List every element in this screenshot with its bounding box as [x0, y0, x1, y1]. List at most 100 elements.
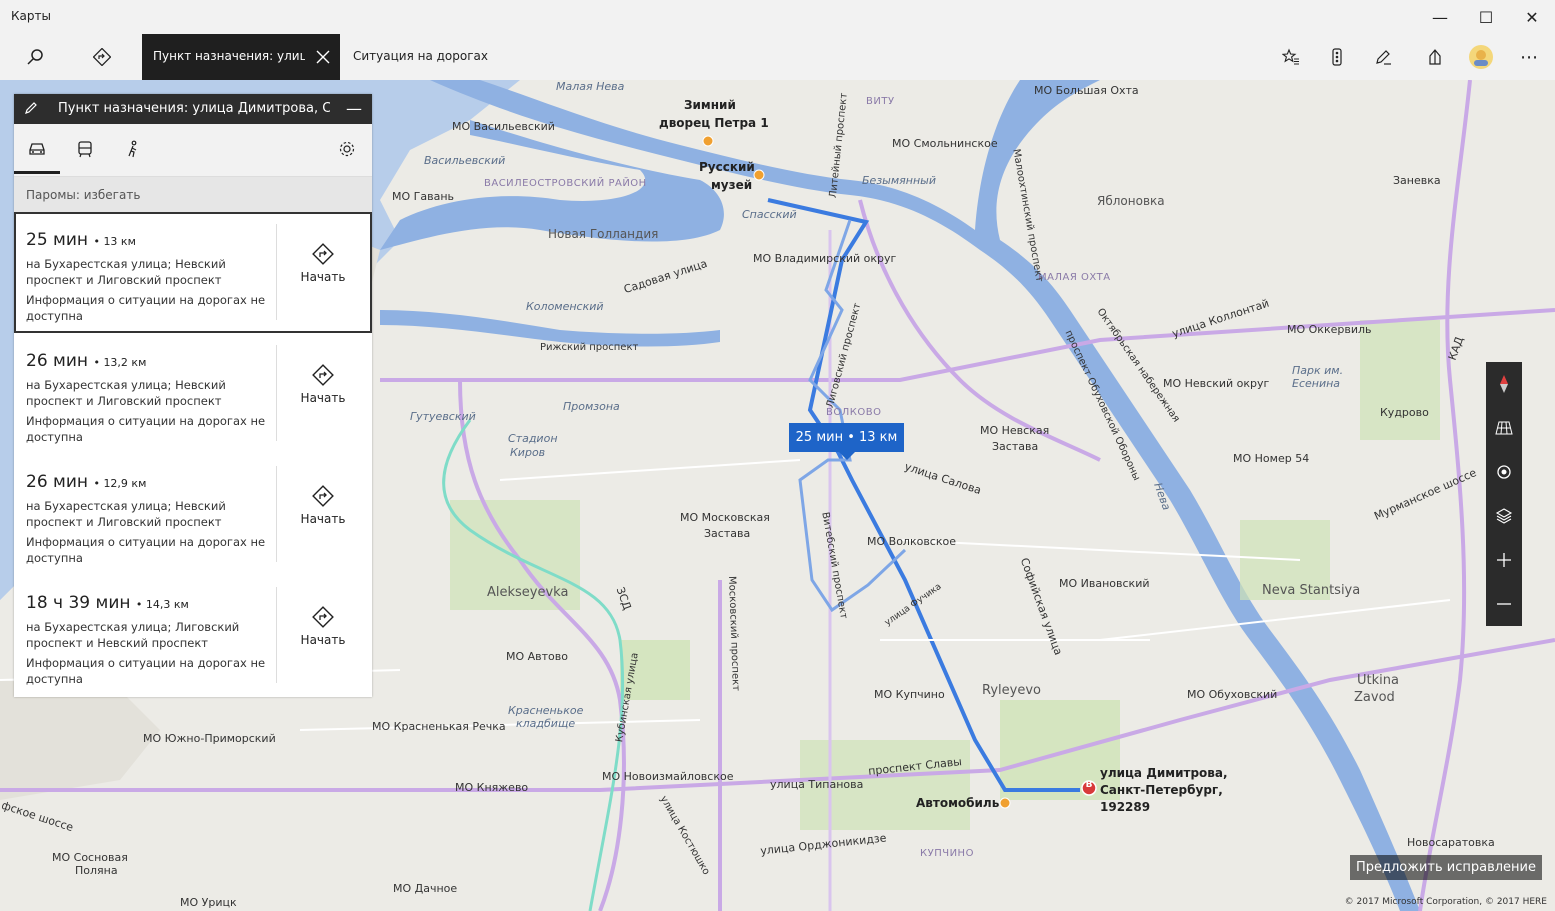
- close-button[interactable]: ✕: [1509, 0, 1555, 34]
- start-label: Начать: [300, 270, 346, 284]
- location-icon[interactable]: [1486, 450, 1522, 494]
- destination-label: 192289: [1100, 800, 1151, 814]
- map-label: Зимний: [684, 98, 736, 112]
- map-label: МО Ивановский: [1059, 577, 1150, 590]
- avoid-options[interactable]: Паромы: избегать: [14, 177, 372, 212]
- avatar[interactable]: [1458, 34, 1504, 80]
- map-label: Парк им.: [1292, 364, 1344, 377]
- map-label: Малая Нева: [556, 80, 625, 93]
- route-distance: 13,2 км: [103, 356, 147, 369]
- edit-icon[interactable]: [24, 101, 38, 119]
- zoom-in-icon[interactable]: [1486, 538, 1522, 582]
- map-label: Кудрово: [1380, 406, 1429, 419]
- transit-mode-icon[interactable]: [62, 124, 108, 174]
- start-button[interactable]: Начать: [288, 605, 358, 647]
- start-navigation-icon: [312, 606, 334, 628]
- panel-title[interactable]: Пункт назначения: улица Димитрова, Санкт…: [58, 101, 330, 116]
- map-label: Безымянный: [862, 174, 936, 187]
- start-label: Начать: [300, 512, 346, 526]
- 3d-cities-icon[interactable]: [1412, 34, 1458, 80]
- more-icon[interactable]: ⋯: [1506, 34, 1552, 80]
- map-label: Neva Stantsiya: [1262, 583, 1361, 598]
- layers-icon[interactable]: [1486, 494, 1522, 538]
- map-label: Застава: [704, 527, 751, 540]
- map-label: МО Владимирский округ: [753, 252, 897, 265]
- map-label: Поляна: [75, 864, 118, 877]
- map-label: Гутуевский: [410, 410, 476, 423]
- map-label: МО Обуховский: [1187, 688, 1278, 701]
- map-label: Utkina: [1357, 673, 1399, 688]
- map-label: Коломенский: [526, 300, 604, 313]
- map-label: Русский: [699, 160, 755, 174]
- destination-label: улица Димитрова,: [1100, 766, 1228, 780]
- route-time: 25 мин • 13 км: [26, 230, 136, 250]
- map-controls: [1486, 362, 1522, 626]
- transport-modes: [14, 124, 372, 177]
- route-option[interactable]: 25 мин • 13 км на Бухарестская улица; Не…: [14, 212, 372, 333]
- title-bar: Карты — ☐ ✕: [0, 0, 1555, 34]
- collapse-icon[interactable]: —: [346, 99, 362, 118]
- map-label: музей: [711, 178, 753, 192]
- search-icon[interactable]: [12, 34, 58, 80]
- route-duration: 26 мин: [26, 472, 89, 492]
- route-distance: 14,3 км: [145, 598, 189, 611]
- tilt-icon[interactable]: [1486, 406, 1522, 450]
- map-label: Автомобиль: [916, 796, 1000, 810]
- divider: [276, 466, 277, 562]
- maximize-button[interactable]: ☐: [1463, 0, 1509, 34]
- zoom-out-icon[interactable]: [1486, 582, 1522, 626]
- map-label: МО Красненькая Речка: [372, 720, 506, 733]
- route-option[interactable]: 26 мин • 12,9 км на Бухарестская улица; …: [14, 454, 372, 575]
- directions-icon[interactable]: [79, 34, 125, 80]
- directions-panel: Пункт назначения: улица Димитрова, Санкт…: [14, 94, 372, 697]
- map-label: МО Васильевский: [452, 120, 555, 133]
- map-label: МО Смольнинское: [892, 137, 998, 150]
- map-label: кладбище: [516, 717, 576, 730]
- map-label: МО Гавань: [392, 190, 454, 203]
- map-label: МАЛАЯ ОХТА: [1038, 272, 1111, 283]
- map-label: Ryleyevo: [982, 683, 1041, 698]
- destination-marker[interactable]: B: [1084, 780, 1094, 790]
- start-button[interactable]: Начать: [288, 484, 358, 526]
- tab-traffic[interactable]: Ситуация на дорогах: [353, 49, 488, 63]
- favorites-icon[interactable]: [1268, 34, 1314, 80]
- route-traffic-info: Информация о ситуации на дорогах не дост…: [26, 293, 266, 323]
- route-via: на Бухарестская улица; Лиговский проспек…: [26, 620, 240, 650]
- route-distance: 12,9 км: [103, 477, 147, 490]
- map-label: Alekseyevka: [487, 585, 569, 600]
- map-label: МО Номер 54: [1233, 452, 1310, 465]
- start-button[interactable]: Начать: [288, 363, 358, 405]
- start-button[interactable]: Начать: [288, 242, 358, 284]
- close-tab-icon[interactable]: [306, 34, 340, 80]
- minimize-button[interactable]: —: [1417, 0, 1463, 34]
- map-label: Стадион: [508, 432, 558, 445]
- ink-icon[interactable]: [1360, 34, 1406, 80]
- app-title: Карты: [11, 9, 51, 23]
- route-via: на Бухарестская улица; Невский проспект …: [26, 257, 226, 287]
- map-label: МО Невский округ: [1163, 377, 1270, 390]
- walk-mode-icon[interactable]: [110, 124, 156, 174]
- map-label: ВАСИЛЕОСТРОВСКИЙ РАЙОН: [484, 178, 647, 189]
- map-label: Промзона: [563, 400, 620, 413]
- map-label: КУПЧИНО: [920, 848, 974, 859]
- route-time-bubble[interactable]: 25 мин • 13 км: [789, 423, 904, 460]
- map-label: МО Московская: [680, 511, 770, 524]
- panel-header: Пункт назначения: улица Димитрова, Санкт…: [14, 94, 372, 124]
- toolbar: Пункт назначения: улица Д Ситуация на до…: [0, 34, 1555, 80]
- map-label: МО Купчино: [874, 688, 945, 701]
- map-label: МО Южно-Приморский: [143, 732, 276, 745]
- map-label: Застава: [992, 440, 1039, 453]
- tab-directions[interactable]: Пункт назначения: улица Д: [142, 34, 340, 80]
- route-option[interactable]: 26 мин • 13,2 км на Бухарестская улица; …: [14, 333, 372, 454]
- map-label: Новосаратовка: [1407, 836, 1495, 849]
- traffic-icon[interactable]: [1314, 34, 1360, 80]
- settings-gear-icon[interactable]: [324, 124, 370, 174]
- start-navigation-icon: [312, 485, 334, 507]
- route-option[interactable]: 18 ч 39 мин • 14,3 км на Бухарестская ул…: [14, 575, 372, 696]
- route-duration: 25 мин: [26, 230, 89, 250]
- compass-icon[interactable]: [1486, 362, 1522, 406]
- car-mode-icon[interactable]: [14, 124, 60, 174]
- map-label: МО Княжево: [455, 781, 529, 794]
- suggest-correction-button[interactable]: Предложить исправление: [1350, 855, 1542, 880]
- start-label: Начать: [300, 633, 346, 647]
